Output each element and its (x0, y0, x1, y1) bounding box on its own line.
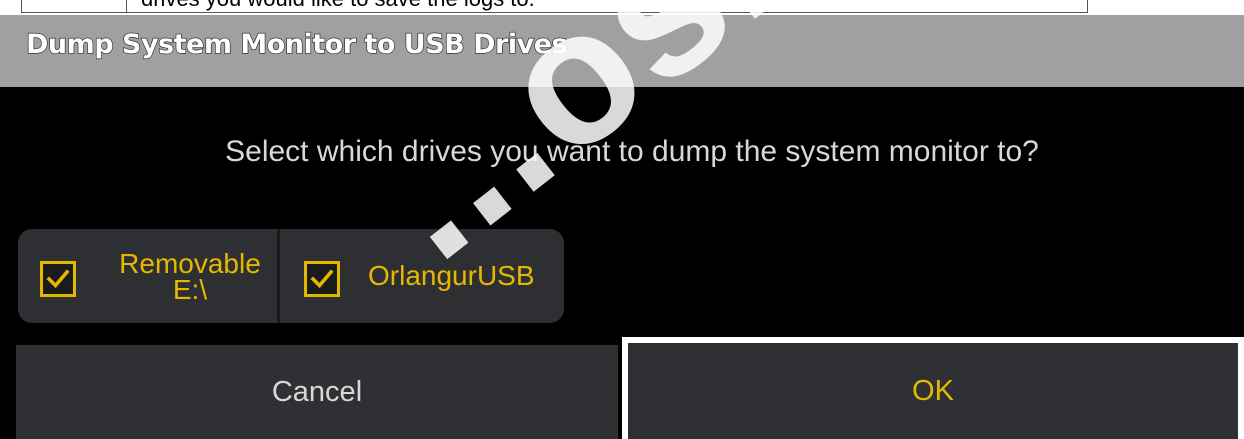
document-text: drives you would like to save the logs t… (141, 0, 535, 12)
document-table-cell: drives you would like to save the logs t… (126, 0, 1088, 13)
dialog-title: Dump System Monitor to USB Drives (25, 28, 568, 60)
drive-checkbox-removable[interactable] (40, 261, 76, 297)
drive-option-removable[interactable]: Removable E:\ (18, 229, 278, 323)
document-table-cell (21, 0, 127, 13)
drive-label-orlangurusb: OrlangurUSB (368, 260, 535, 291)
drive-checkbox-orlangurusb[interactable] (304, 261, 340, 297)
drive-label-line2: E:\ (172, 274, 208, 305)
cancel-button-label: Cancel (271, 375, 363, 408)
ok-button-label: OK (912, 374, 954, 407)
ok-button[interactable]: OK (622, 337, 1244, 439)
dump-system-monitor-dialog: Dump System Monitor to USB Drives Select… (0, 15, 1244, 439)
check-icon (46, 269, 70, 289)
drive-option-orlangurusb[interactable]: OrlangurUSB (280, 229, 564, 323)
document-table-fragment: drives you would like to save the logs t… (0, 0, 1244, 15)
check-icon (310, 269, 334, 289)
page: drives you would like to save the logs t… (0, 0, 1244, 439)
drive-label-removable: Removable E:\ (106, 250, 274, 305)
drive-selection-group: Removable E:\ OrlangurUSB (18, 229, 564, 323)
dialog-title-bar: Dump System Monitor to USB Drives (0, 15, 1244, 87)
dialog-prompt: Select which drives you want to dump the… (225, 135, 1039, 168)
cancel-button[interactable]: Cancel (16, 345, 618, 439)
